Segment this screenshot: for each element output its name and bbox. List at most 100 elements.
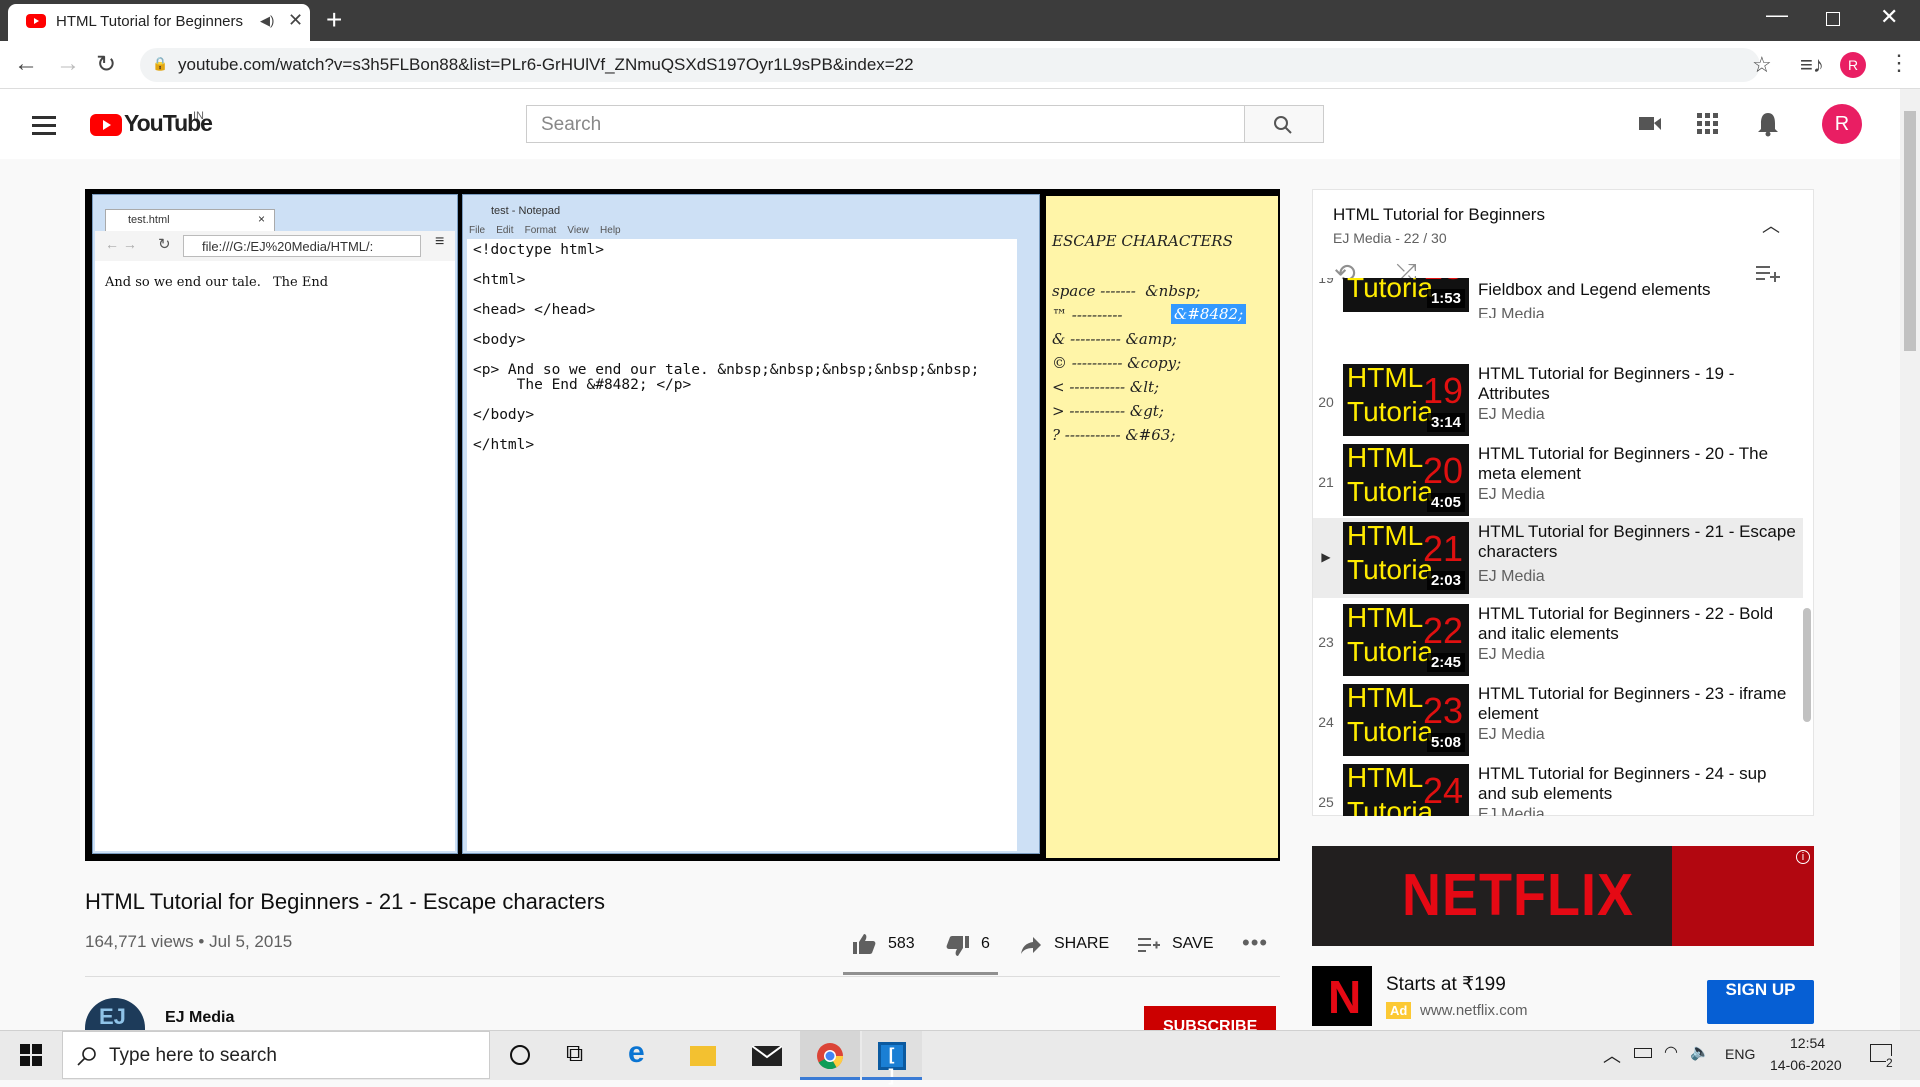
playlist-item-title[interactable]: Fieldbox and Legend elements	[1478, 280, 1798, 300]
notifications-bell-icon[interactable]	[1757, 111, 1779, 137]
mail-icon[interactable]	[752, 1046, 782, 1066]
playlist-item[interactable]: 21 HTML Tutoria 20 4:05 HTML Tutorial for B…	[1313, 442, 1803, 522]
code-line: <head> </head>	[473, 302, 596, 318]
thumb-number: 18	[1423, 278, 1463, 288]
task-view-icon[interactable]: ⧉	[566, 1040, 606, 1074]
bookmark-star-icon[interactable]: ☆	[1752, 52, 1772, 78]
playlist-thumbnail[interactable]: HTML Tutoria 20 4:05	[1343, 444, 1469, 516]
netflix-logo-icon[interactable]: N	[1312, 966, 1372, 1026]
playlist-item[interactable]: 19 HTMLTutoria181:53 Fieldbox and Legend…	[1313, 278, 1803, 318]
account-avatar[interactable]: R	[1822, 104, 1862, 144]
wifi-icon[interactable]: ◠	[1664, 1042, 1678, 1062]
profile-avatar[interactable]: R	[1840, 52, 1866, 78]
ad-info-icon[interactable]: i	[1796, 850, 1810, 864]
thumb-duration: 3:14	[1426, 413, 1465, 432]
cortana-icon[interactable]	[510, 1045, 530, 1065]
apps-grid-icon[interactable]	[1697, 113, 1719, 135]
media-controls-icon[interactable]: ≡♪	[1800, 52, 1824, 78]
playlist-item-title[interactable]: HTML Tutorial for Beginners - 22 - Bold …	[1478, 604, 1798, 644]
volume-icon[interactable]: 🔈	[1690, 1042, 1710, 1062]
like-count[interactable]: 583	[888, 935, 915, 953]
chrome-menu-icon[interactable]: ⋮	[1888, 50, 1910, 76]
thumb-duration: 2:03	[1426, 571, 1465, 590]
page-scrollbar[interactable]	[1900, 89, 1920, 1030]
channel-avatar[interactable]: EJ	[85, 998, 145, 1030]
playlist-item-title[interactable]: HTML Tutorial for Beginners - 24 - sup a…	[1478, 764, 1798, 804]
new-tab-button[interactable]: +	[326, 4, 342, 36]
playlist-item-current[interactable]: ▶ HTML Tutoria 21 2:03 HTML Tutorial for Be…	[1313, 518, 1803, 598]
minimize-button[interactable]: —	[1766, 2, 1788, 28]
back-button[interactable]: ←	[14, 50, 38, 78]
playlist-item[interactable]: 24 HTML Tutoria 23 5:08 HTML Tutorial for B…	[1313, 682, 1803, 762]
restore-button[interactable]	[1826, 12, 1840, 26]
playlist-thumbnail[interactable]: HTML Tutoria 21 2:03	[1343, 522, 1469, 594]
dislike-icon[interactable]	[946, 935, 970, 957]
battery-icon[interactable]	[1634, 1048, 1652, 1058]
language-indicator[interactable]: ENG	[1725, 1046, 1755, 1062]
file-explorer-icon[interactable]	[690, 1046, 716, 1066]
search-input[interactable]: Search	[526, 105, 1245, 143]
note-line: ? ----------- &#63;	[1052, 426, 1176, 444]
playlist-thumbnail[interactable]: HTMLTutoria181:53	[1343, 278, 1469, 312]
windows-start-icon[interactable]	[20, 1044, 42, 1066]
page-scrollbar-thumb[interactable]	[1904, 111, 1916, 351]
tab-audio-icon[interactable]: ◀)	[260, 13, 274, 29]
like-icon[interactable]	[852, 933, 876, 955]
thumb-text: HTML	[1347, 444, 1424, 473]
hamburger-menu-icon[interactable]	[32, 116, 56, 135]
playlist-thumbnail[interactable]: HTML Tutoria 19 3:14	[1343, 364, 1469, 436]
playlist-subtitle[interactable]: EJ Media - 22 / 30	[1333, 230, 1447, 246]
tab-close-icon[interactable]: ✕	[288, 10, 303, 31]
dislike-count[interactable]: 6	[981, 935, 990, 953]
playlist-thumbnail[interactable]: HTML Tutoria 24	[1343, 764, 1469, 816]
address-bar[interactable]: 🔒 youtube.com/watch?v=s3h5FLBon88&list=P…	[140, 48, 1772, 82]
playlist-item[interactable]: 25 HTML Tutoria 24 HTML Tutorial for Begin…	[1313, 762, 1803, 816]
playlist-item-channel: EJ Media	[1478, 568, 1545, 585]
ad-domain[interactable]: www.netflix.com	[1420, 1002, 1528, 1019]
rendered-end: The End	[273, 275, 329, 290]
browser-tab[interactable]: HTML Tutorial for Beginners ◀) ✕	[8, 4, 310, 41]
playlist-scrollbar-thumb[interactable]	[1803, 608, 1811, 722]
thumb-text: Tutoria	[1347, 476, 1434, 507]
code-line: <!doctype html>	[473, 242, 604, 258]
search-button[interactable]	[1244, 105, 1324, 143]
taskbar-search-box[interactable]: Type here to search	[62, 1031, 490, 1079]
chrome-taskbar-button[interactable]	[800, 1031, 860, 1080]
playlist-item-title[interactable]: HTML Tutorial for Beginners - 20 - The m…	[1478, 444, 1798, 484]
create-video-icon[interactable]	[1638, 114, 1662, 134]
playlist-thumbnail[interactable]: HTML Tutoria 23 5:08	[1343, 684, 1469, 756]
collapse-chevron-icon[interactable]: ︿	[1762, 212, 1780, 238]
notepad-title: test - Notepad	[491, 205, 561, 217]
rendered-paragraph: And so we end our tale.	[105, 275, 261, 290]
playlist-item-title[interactable]: HTML Tutorial for Beginners - 23 - ifram…	[1478, 684, 1798, 724]
netflix-logo-letter: N	[1328, 971, 1362, 1023]
save-button[interactable]: SAVE	[1172, 935, 1214, 953]
playlist-thumbnail[interactable]: HTML Tutoria 22 2:45	[1343, 604, 1469, 676]
editor-taskbar-button[interactable]: [ ]	[862, 1031, 922, 1087]
channel-name[interactable]: EJ Media	[165, 1009, 234, 1027]
clock-date[interactable]: 14-06-2020	[1770, 1057, 1842, 1073]
playlist-item[interactable]: 20 HTML Tutoria 19 3:14 HTML Tutorial for B…	[1313, 362, 1803, 442]
subscribe-button[interactable]: SUBSCRIBE	[1144, 1006, 1276, 1030]
youtube-logo-icon[interactable]	[90, 114, 122, 136]
url-text[interactable]: youtube.com/watch?v=s3h5FLBon88&list=PLr…	[178, 55, 914, 75]
more-actions-icon[interactable]: •••	[1242, 930, 1268, 956]
taskbar-search-placeholder: Type here to search	[109, 1045, 277, 1066]
playlist-title[interactable]: HTML Tutorial for Beginners	[1333, 205, 1545, 225]
ad-signup-button[interactable]: SIGN UP	[1707, 980, 1814, 1024]
netflix-ad-banner[interactable]: NETFLIX i	[1312, 846, 1814, 946]
playlist-item[interactable]: 23 HTML Tutoria 22 2:45 HTML Tutorial for B…	[1313, 602, 1803, 682]
forward-button[interactable]: →	[56, 50, 80, 78]
ad-headline[interactable]: Starts at ₹199	[1386, 973, 1506, 996]
clock-time[interactable]: 12:54	[1790, 1035, 1825, 1051]
reload-button[interactable]: ↻	[96, 50, 116, 79]
share-icon[interactable]	[1020, 935, 1042, 955]
thumb-duration: 2:45	[1426, 653, 1465, 672]
edge-browser-icon[interactable]: e	[628, 1036, 668, 1070]
show-hidden-icons-chevron[interactable]: ︿	[1603, 1042, 1621, 1068]
save-playlist-icon[interactable]	[1138, 936, 1160, 954]
window-close-button[interactable]: ✕	[1880, 4, 1898, 30]
playlist-item-title[interactable]: HTML Tutorial for Beginners - 21 - Escap…	[1478, 522, 1798, 562]
playlist-item-title[interactable]: HTML Tutorial for Beginners - 19 - Attri…	[1478, 364, 1798, 404]
share-button[interactable]: SHARE	[1054, 935, 1109, 953]
